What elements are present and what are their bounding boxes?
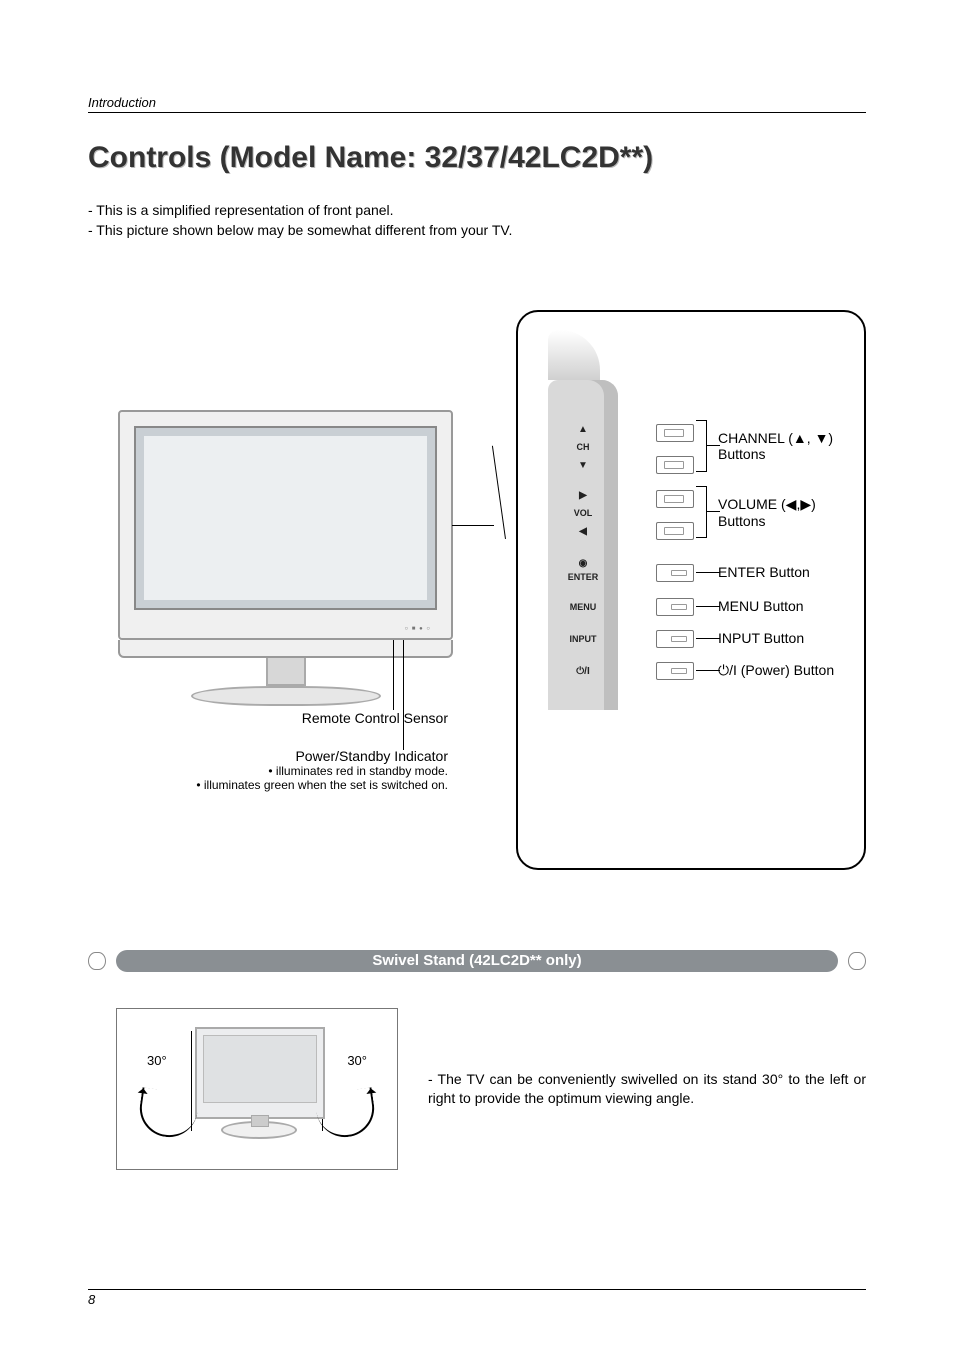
- enter-button: [656, 564, 694, 582]
- bracket: [696, 486, 707, 538]
- leader-line: [696, 638, 720, 639]
- input-button-label: INPUT Button: [718, 630, 858, 646]
- ch-down-button: [656, 456, 694, 474]
- pill-cap-icon: [848, 952, 866, 970]
- power-button: [656, 662, 694, 680]
- vol-left-button: [656, 522, 694, 540]
- power-indicator-note: • illuminates red in standby mode.: [88, 764, 448, 778]
- swivel-arc-left-icon: [136, 1087, 200, 1141]
- power-icon: ⏻/I: [548, 666, 618, 677]
- manual-page: Introduction Controls (Model Name: 32/37…: [0, 0, 954, 1351]
- page-number: 8: [88, 1292, 95, 1307]
- input-button: [656, 630, 694, 648]
- degree-left-label: 30°: [147, 1053, 167, 1068]
- front-panel-diagram: ○ ■ ● ○ Remote Control Sensor Power/Stan…: [88, 310, 866, 890]
- swivel-body: 30° 30° - The TV can be conveniently swi…: [88, 1008, 866, 1170]
- volume-buttons-label: VOLUME (◀,▶) Buttons: [718, 496, 858, 529]
- leader-line: [696, 670, 720, 671]
- tv-stand: [191, 686, 381, 706]
- remote-sensor-label: Remote Control Sensor: [88, 710, 448, 726]
- swivel-description: - The TV can be conveniently swivelled o…: [428, 1070, 866, 1108]
- leader-line: [452, 525, 494, 526]
- control-strip: ▲ CH ▼ ▶ VOL ◀ ◉ ENTER MENU INPUT ⏻/I: [548, 380, 618, 710]
- enter-dot-icon: ◉: [548, 558, 618, 569]
- tv-bezel: ○ ■ ● ○: [118, 410, 453, 640]
- ch-up-icon: ▲: [548, 424, 618, 435]
- mini-tv-illustration: [195, 1027, 325, 1119]
- menu-label: MENU: [548, 602, 618, 612]
- degree-right-label: 30°: [347, 1053, 367, 1068]
- power-button-label: ⏻/I (Power) Button: [718, 662, 858, 679]
- tv-screen: [134, 426, 437, 610]
- section-header: Introduction: [88, 95, 866, 113]
- swivel-arc-right-icon: [314, 1087, 378, 1141]
- leader-line: [393, 640, 394, 710]
- vol-label: VOL: [548, 508, 618, 518]
- menu-button: [656, 598, 694, 616]
- vol-right-button: [656, 490, 694, 508]
- ch-down-icon: ▼: [548, 460, 618, 471]
- power-indicator-label: Power/Standby Indicator: [88, 748, 448, 764]
- menu-button-label: MENU Button: [718, 598, 858, 614]
- intro-line: - This picture shown below may be somewh…: [88, 221, 866, 241]
- enter-label: ENTER: [548, 572, 618, 582]
- swivel-header: Swivel Stand (42LC2D** only): [116, 950, 838, 972]
- intro-line: - This is a simplified representation of…: [88, 201, 866, 221]
- vol-right-icon: ▶: [548, 490, 618, 501]
- enter-button-label: ENTER Button: [718, 564, 858, 580]
- controls-callout: ▲ CH ▼ ▶ VOL ◀ ◉ ENTER MENU INPUT ⏻/I: [516, 310, 866, 870]
- channel-buttons-label: CHANNEL (▲, ▼) Buttons: [718, 430, 858, 462]
- page-title: Controls (Model Name: 32/37/42LC2D**): [88, 141, 866, 175]
- tv-chin-indicators: ○ ■ ● ○: [405, 626, 432, 632]
- bracket: [696, 420, 707, 472]
- pill-cap-icon: [88, 952, 106, 970]
- power-indicator-note: • illuminates green when the set is swit…: [88, 778, 448, 792]
- intro-text: - This is a simplified representation of…: [88, 201, 866, 240]
- leader-line: [696, 572, 720, 573]
- input-label: INPUT: [548, 634, 618, 644]
- swivel-stand-section: Swivel Stand (42LC2D** only) 30° 30° - T…: [88, 950, 866, 1170]
- ch-up-button: [656, 424, 694, 442]
- section-header-row: Swivel Stand (42LC2D** only): [88, 950, 866, 972]
- ch-label: CH: [548, 442, 618, 452]
- page-footer: 8: [88, 1289, 866, 1307]
- leader-line: [696, 606, 720, 607]
- swivel-figure: 30° 30°: [116, 1008, 398, 1170]
- tv-annotation-labels: Remote Control Sensor Power/Standby Indi…: [88, 710, 458, 792]
- tv-neck: [266, 658, 306, 686]
- mini-stand: [221, 1121, 297, 1139]
- vol-left-icon: ◀: [548, 526, 618, 537]
